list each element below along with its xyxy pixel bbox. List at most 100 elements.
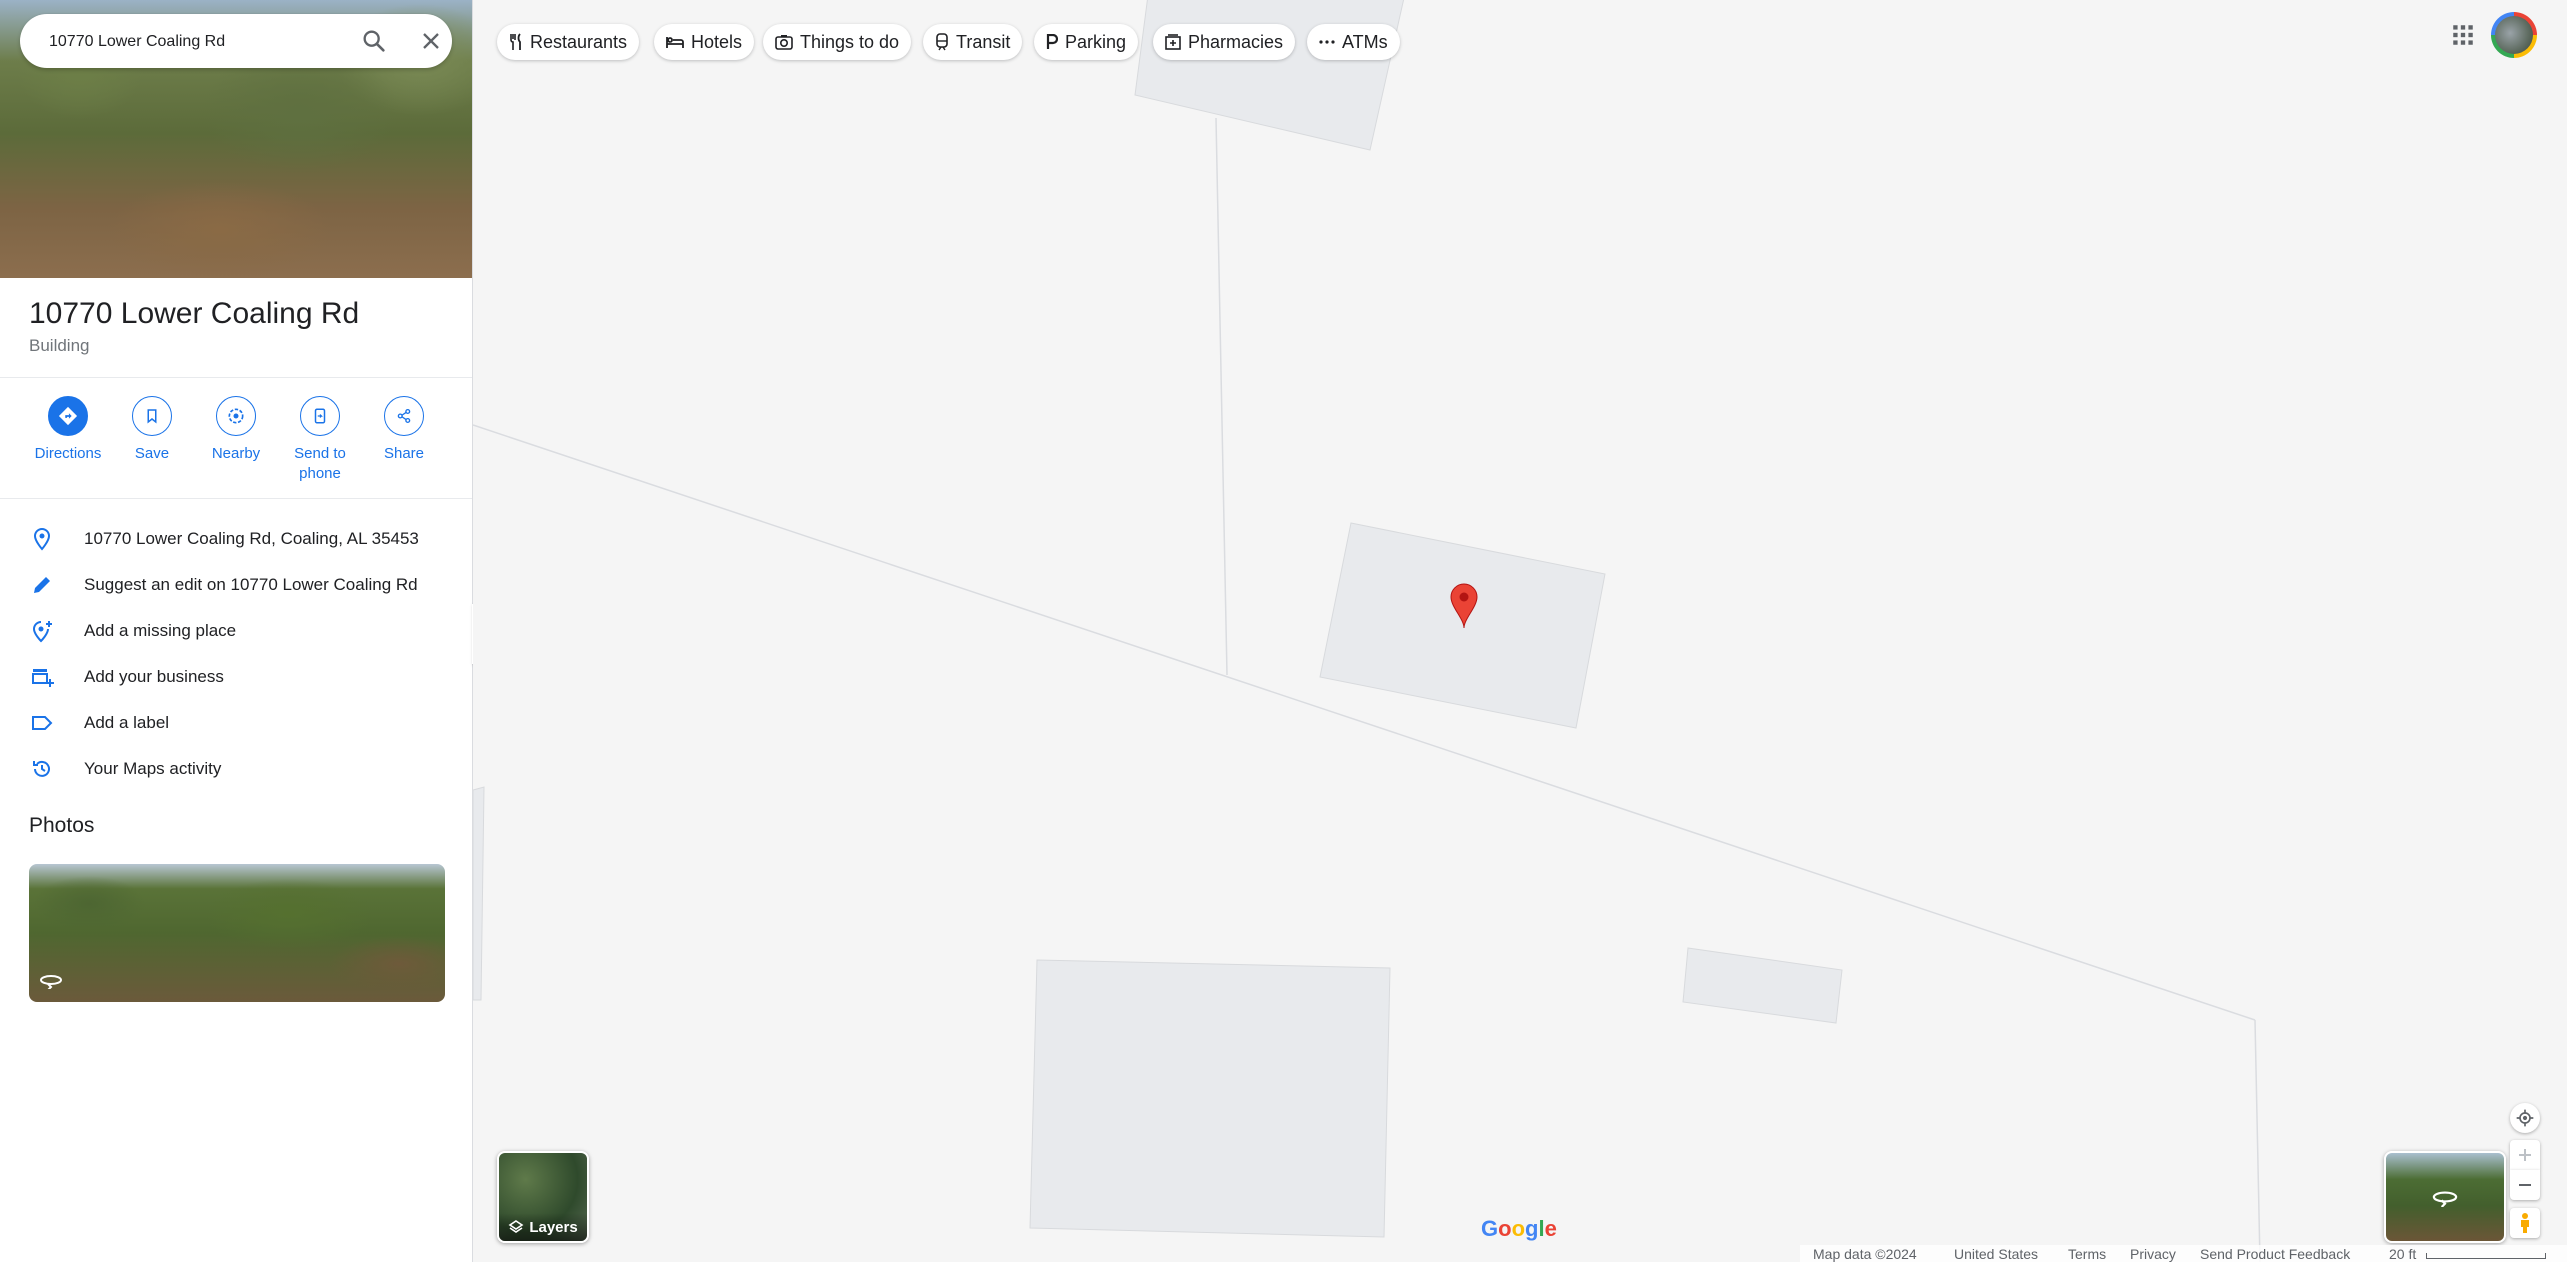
- share-icon: [384, 396, 424, 436]
- chip-label: Parking: [1065, 31, 1127, 52]
- parking-icon: [1046, 34, 1058, 49]
- add-label-text: Add a label: [84, 713, 170, 732]
- street-view-thumbnail[interactable]: [2384, 1151, 2506, 1243]
- bookmark-icon: [132, 396, 172, 436]
- privacy-link[interactable]: Privacy: [2130, 1246, 2176, 1262]
- search-box: [20, 14, 452, 70]
- photos-heading: Photos: [29, 814, 95, 837]
- share-button[interactable]: Share: [362, 396, 446, 464]
- layers-button[interactable]: Layers: [497, 1151, 589, 1243]
- place-header: 10770 Lower Coaling Rd Building: [29, 296, 359, 356]
- more-dots-icon: [1319, 40, 1335, 44]
- google-logo: Google: [1481, 1216, 1557, 1241]
- chip-pharmacies[interactable]: Pharmacies: [1153, 24, 1296, 60]
- maps-activity-row[interactable]: Your Maps activity: [0, 746, 472, 792]
- send-to-phone-label-line2: phone: [299, 465, 341, 482]
- add-business-row[interactable]: Add your business: [0, 654, 472, 700]
- add-label-row[interactable]: Add a label: [0, 700, 472, 746]
- send-to-phone-icon: [300, 396, 340, 436]
- place-panel: 10770 Lower Coaling Rd Building Directio…: [0, 0, 473, 1262]
- google-apps-icon[interactable]: [2450, 22, 2476, 48]
- my-location-button[interactable]: [2510, 1103, 2540, 1133]
- building-shape: [1682, 947, 1843, 1024]
- address-row[interactable]: 10770 Lower Coaling Rd, Coaling, AL 3545…: [0, 516, 472, 562]
- history-icon: [30, 757, 54, 781]
- add-business-icon: [30, 665, 54, 689]
- info-list: 10770 Lower Coaling Rd, Coaling, AL 3545…: [0, 516, 472, 792]
- nearby-label: Nearby: [211, 445, 261, 462]
- pencil-icon: [30, 573, 54, 597]
- label-icon: [30, 711, 54, 735]
- location-pin-icon: [30, 527, 54, 551]
- zoom-in-button[interactable]: [2510, 1140, 2540, 1170]
- divider: [0, 498, 472, 499]
- scale-label[interactable]: 20 ft: [2389, 1246, 2416, 1262]
- bed-icon: [666, 37, 684, 48]
- save-label: Save: [134, 445, 170, 462]
- zoom-out-button[interactable]: [2510, 1170, 2540, 1200]
- close-icon[interactable]: [417, 27, 445, 55]
- map-footer: Map data ©2024 United States Terms Priva…: [1800, 1245, 2567, 1262]
- search-input[interactable]: [47, 14, 351, 70]
- chip-things-to-do[interactable]: Things to do: [763, 24, 912, 60]
- scale-bar: [2426, 1253, 2546, 1259]
- camera-icon: [775, 35, 793, 50]
- map-data-attribution[interactable]: Map data ©2024: [1813, 1246, 1917, 1262]
- pharmacy-icon: [1165, 34, 1181, 50]
- chip-label: Things to do: [800, 31, 900, 52]
- pegman-button[interactable]: [2510, 1208, 2540, 1238]
- chip-label: Restaurants: [530, 31, 628, 52]
- chip-atms[interactable]: ATMs: [1307, 24, 1400, 60]
- building-shape: [1134, 0, 1405, 151]
- nearby-button[interactable]: Nearby: [194, 396, 278, 464]
- chip-restaurants[interactable]: Restaurants: [497, 24, 640, 60]
- add-business-text: Add your business: [84, 667, 224, 686]
- suggest-edit-text: Suggest an edit on 10770 Lower Coaling R…: [84, 575, 418, 594]
- search-icon[interactable]: [360, 27, 388, 55]
- train-icon: [936, 33, 948, 51]
- add-missing-place-row[interactable]: Add a missing place: [0, 608, 472, 654]
- street-view-360-icon: [2431, 1187, 2459, 1212]
- chip-parking[interactable]: Parking: [1034, 24, 1139, 60]
- send-to-phone-button[interactable]: Send to phone: [278, 396, 362, 484]
- layers-label: Layers: [529, 1218, 578, 1236]
- chip-hotels[interactable]: Hotels: [654, 24, 755, 60]
- plus-icon: [2519, 1149, 2531, 1161]
- suggest-edit-row[interactable]: Suggest an edit on 10770 Lower Coaling R…: [0, 562, 472, 608]
- add-location-icon: [30, 619, 54, 643]
- road-line: [1215, 117, 1228, 676]
- directions-label: Directions: [34, 445, 102, 462]
- my-location-icon: [2516, 1109, 2534, 1127]
- send-to-phone-label: Send to phone: [278, 444, 362, 484]
- chip-label: Hotels: [691, 31, 743, 52]
- address-text: 10770 Lower Coaling Rd, Coaling, AL 3545…: [84, 529, 419, 548]
- building-shape: [473, 786, 485, 1001]
- account-avatar[interactable]: [2491, 12, 2537, 58]
- send-to-phone-label-line1: Send to: [294, 445, 346, 462]
- divider: [0, 377, 472, 378]
- place-title: 10770 Lower Coaling Rd: [29, 297, 360, 330]
- directions-icon: [48, 396, 88, 436]
- maps-activity-text: Your Maps activity: [84, 759, 222, 778]
- avatar-image: [2495, 16, 2533, 54]
- pegman-icon: [2521, 1213, 2529, 1233]
- road-line: [473, 424, 2256, 1021]
- photo-thumbnail[interactable]: [29, 864, 445, 1002]
- send-feedback-link[interactable]: Send Product Feedback: [2200, 1246, 2350, 1262]
- road-line: [2254, 1019, 2261, 1262]
- terms-link[interactable]: Terms: [2068, 1246, 2106, 1262]
- share-label: Share: [383, 445, 425, 462]
- building-shape: [1029, 959, 1391, 1238]
- map-graphics: [473, 0, 2261, 1262]
- place-type[interactable]: Building: [29, 336, 359, 356]
- chip-label: Transit: [956, 31, 1011, 52]
- minus-icon: [2519, 1184, 2531, 1186]
- save-button[interactable]: Save: [110, 396, 194, 464]
- chip-label: ATMs: [1342, 31, 1388, 52]
- country-link[interactable]: United States: [1954, 1246, 2038, 1262]
- directions-button[interactable]: Directions: [26, 396, 110, 464]
- chip-transit[interactable]: Transit: [923, 24, 1023, 60]
- building-shape-selected: [1319, 522, 1606, 729]
- street-view-360-icon: [39, 971, 63, 994]
- map-canvas[interactable]: [473, 0, 2567, 1262]
